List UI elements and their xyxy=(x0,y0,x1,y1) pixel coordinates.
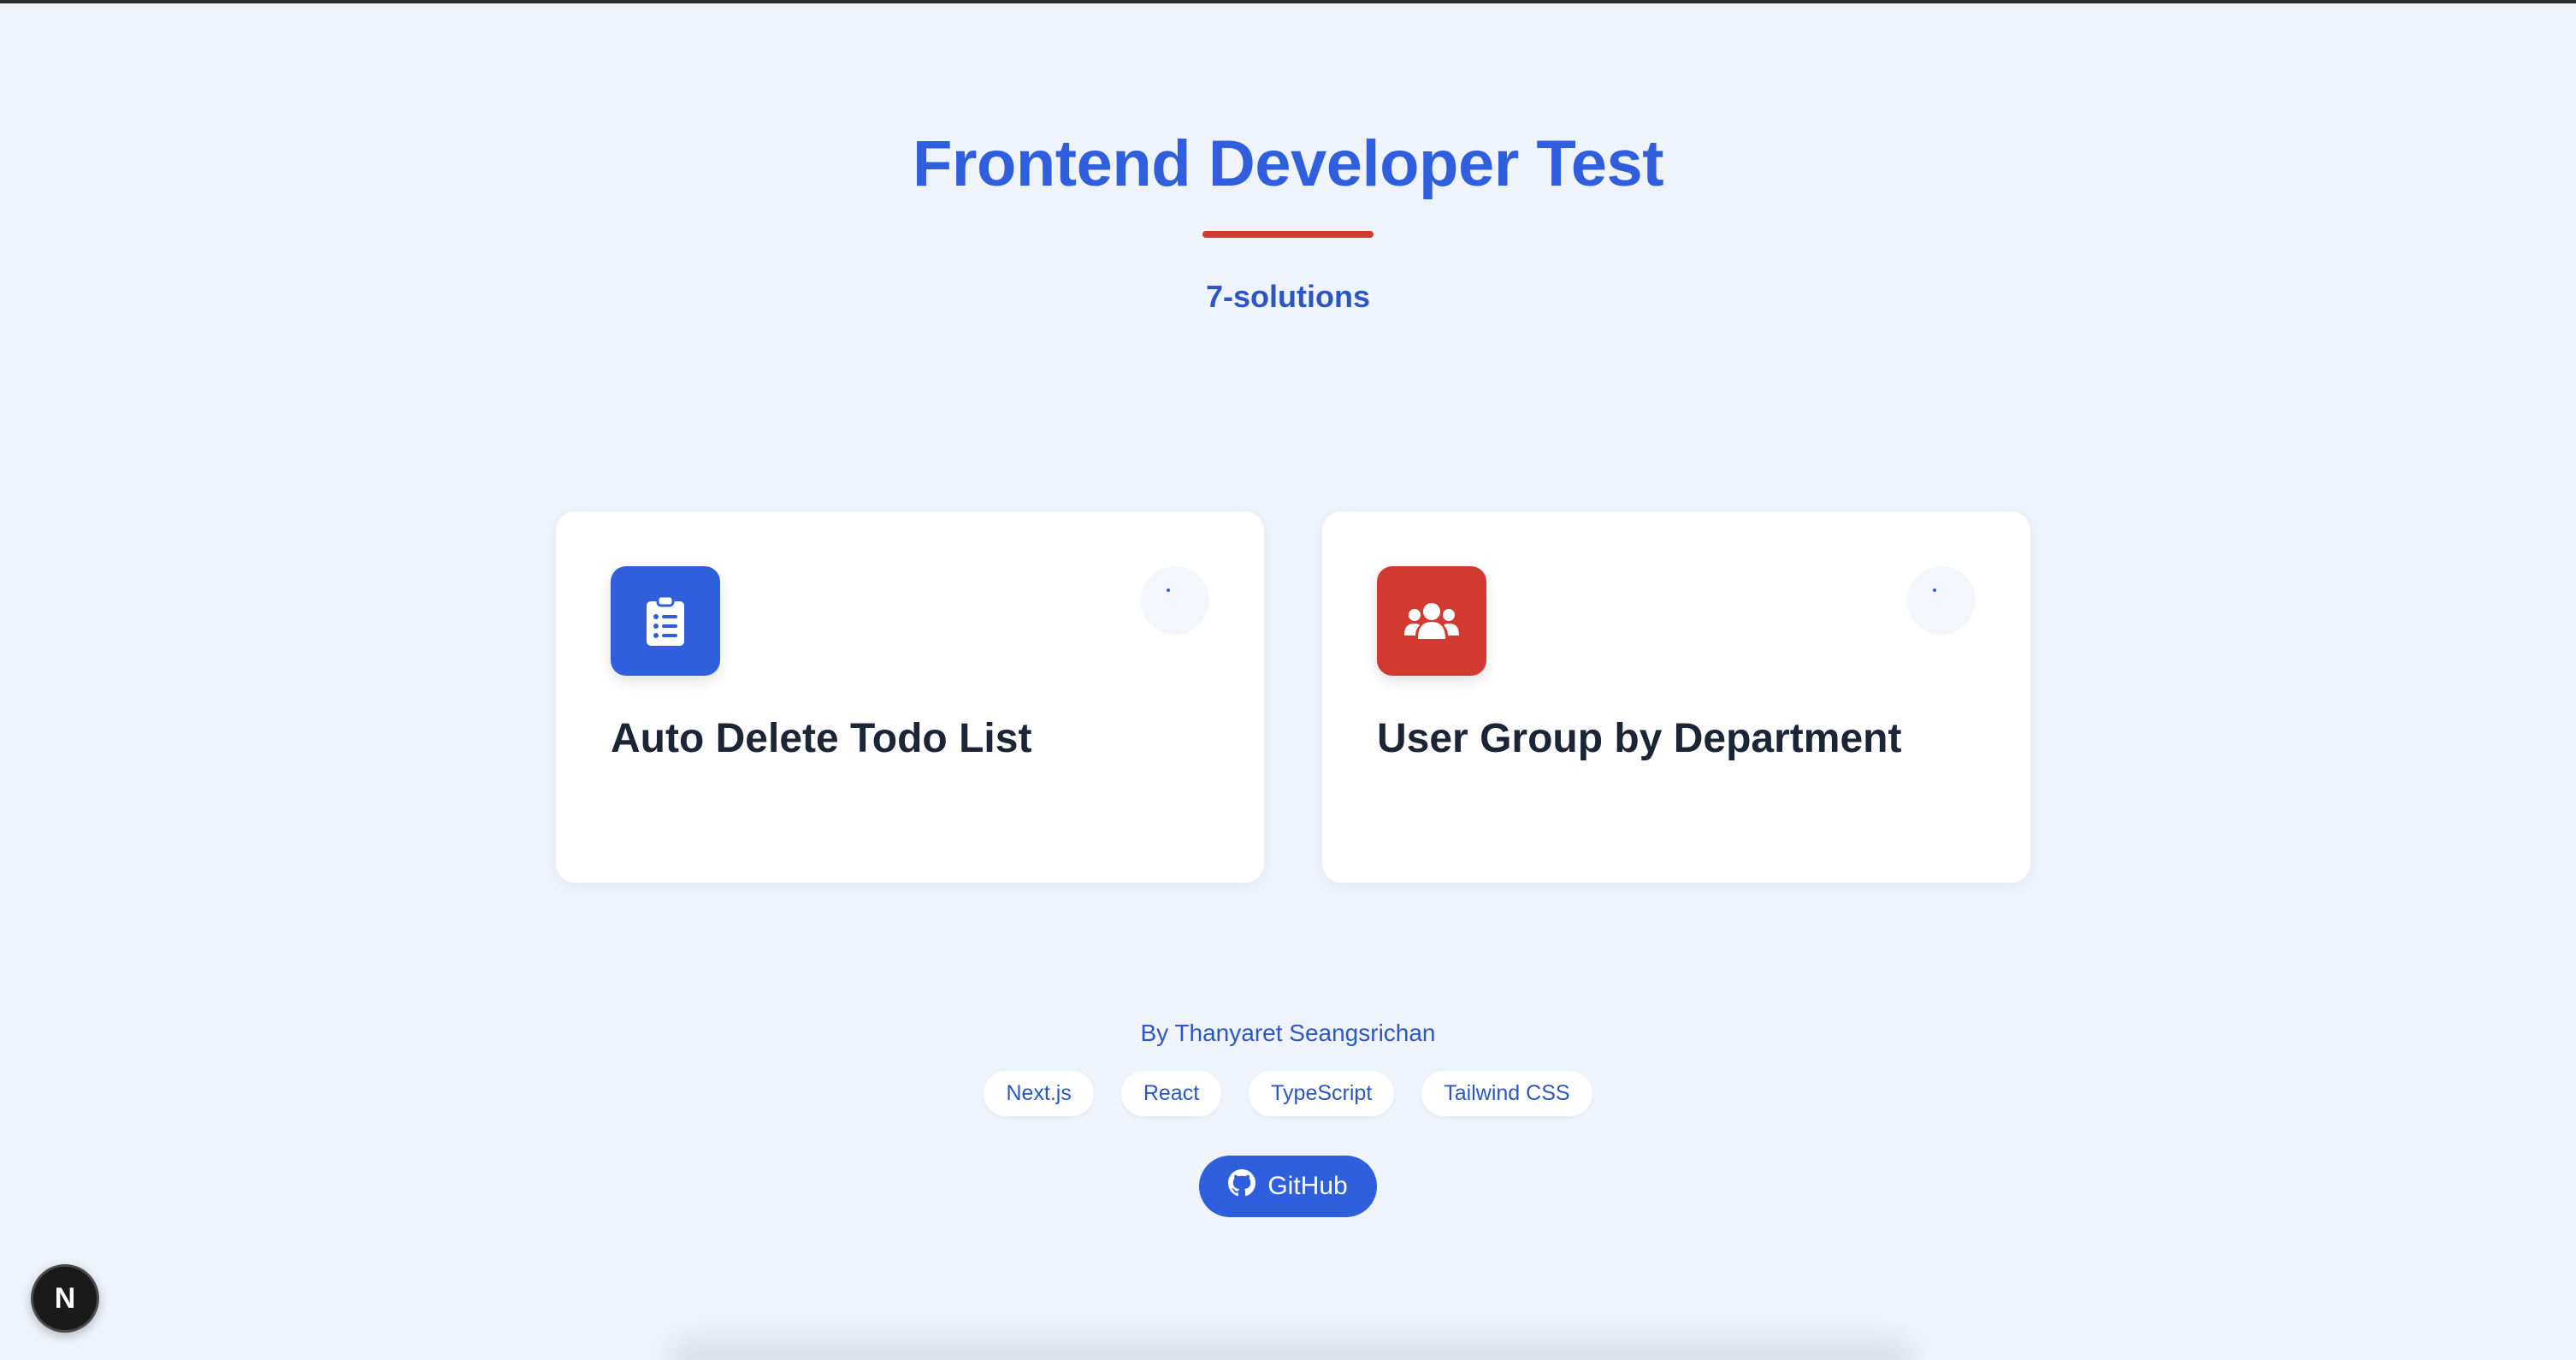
tag-react: React xyxy=(1120,1071,1222,1116)
card-badge xyxy=(1141,566,1209,635)
page-subtitle: 7-solutions xyxy=(1205,278,1370,314)
nextjs-dev-badge[interactable]: N xyxy=(31,1264,99,1333)
footer: By Thanyaret Seangsrichan Next.js React … xyxy=(0,1020,2576,1217)
badge-dot xyxy=(1167,588,1170,592)
tag-typescript: TypeScript xyxy=(1249,1071,1395,1116)
window-top-border xyxy=(0,0,2576,3)
github-button[interactable]: GitHub xyxy=(1199,1156,1377,1217)
github-icon xyxy=(1228,1169,1256,1203)
tech-tags: Next.js React TypeScript Tailwind CSS xyxy=(0,1071,2576,1116)
page-title: Frontend Developer Test xyxy=(912,127,1664,200)
bottom-shadow xyxy=(667,1336,1916,1360)
page: Frontend Developer Test 7-solutions Auto… xyxy=(0,0,2576,1360)
card-title: User Group by Department xyxy=(1377,716,1902,761)
tag-tailwind-css: Tailwind CSS xyxy=(1421,1071,1592,1116)
card-user-group-by-department[interactable]: User Group by Department xyxy=(1322,511,2030,883)
card-badge xyxy=(1907,566,1976,635)
cards-grid: Auto Delete Todo List User Group by Depa… xyxy=(556,511,2031,883)
badge-dot xyxy=(1933,588,1936,592)
clipboard-list-icon xyxy=(611,566,720,676)
hero-section: Frontend Developer Test 7-solutions xyxy=(0,128,2576,315)
github-button-label: GitHub xyxy=(1267,1172,1348,1200)
users-icon xyxy=(1377,566,1486,676)
card-auto-delete-todo-list[interactable]: Auto Delete Todo List xyxy=(556,511,1264,883)
title-underline xyxy=(1202,230,1374,238)
card-title: Auto Delete Todo List xyxy=(611,716,1032,761)
author-credit: By Thanyaret Seangsrichan xyxy=(1140,1020,1436,1046)
tag-nextjs: Next.js xyxy=(984,1071,1094,1116)
